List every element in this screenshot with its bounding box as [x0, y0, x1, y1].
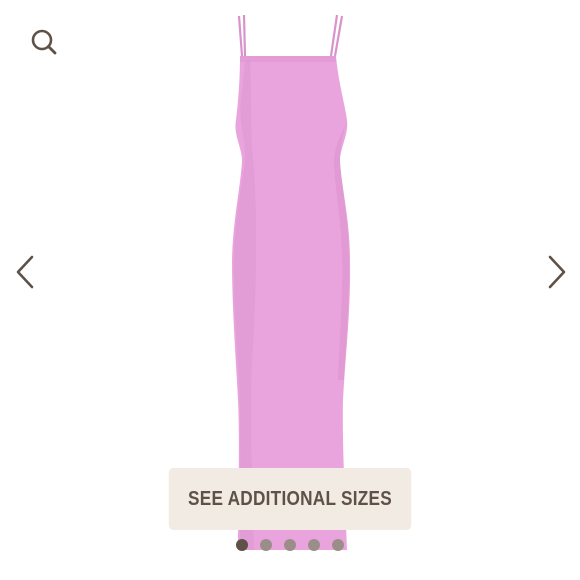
search-icon: [31, 29, 57, 55]
product-image-viewer: SEE ADDITIONAL SIZES: [0, 0, 580, 580]
carousel-dots: [236, 539, 344, 551]
carousel-dot[interactable]: [332, 539, 344, 551]
carousel-dot[interactable]: [284, 539, 296, 551]
see-additional-sizes-button[interactable]: SEE ADDITIONAL SIZES: [168, 468, 412, 530]
carousel-dot[interactable]: [308, 539, 320, 551]
chevron-right-icon: [548, 255, 566, 289]
carousel-dot[interactable]: [236, 539, 248, 551]
search-button[interactable]: [26, 24, 62, 60]
chevron-left-icon: [16, 255, 34, 289]
next-image-button[interactable]: [540, 250, 574, 294]
carousel-dot[interactable]: [260, 539, 272, 551]
previous-image-button[interactable]: [8, 250, 42, 294]
